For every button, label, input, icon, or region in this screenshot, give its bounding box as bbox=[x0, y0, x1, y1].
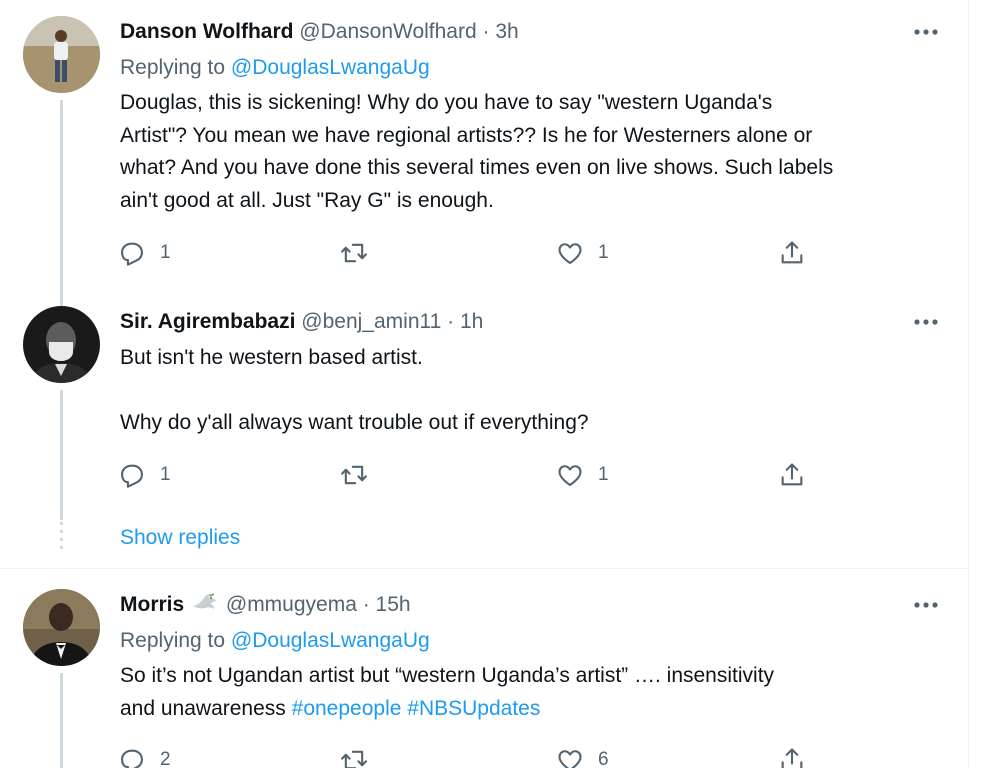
tweet-actions: 1 1 bbox=[118, 460, 838, 490]
retweet-icon bbox=[341, 750, 367, 768]
more-options-button[interactable] bbox=[906, 592, 946, 618]
tweet-text-line: ain't good at all. Just "Ray G" is enoug… bbox=[120, 188, 494, 212]
share-icon bbox=[781, 748, 803, 768]
avatar[interactable] bbox=[23, 16, 100, 93]
tweet-text-line: what? And you have done this several tim… bbox=[120, 156, 834, 179]
more-options-button[interactable] bbox=[906, 19, 946, 45]
tweet-danson[interactable]: Danson Wolfhard @DansonWolfhard · 3h Rep… bbox=[0, 0, 968, 300]
share-button[interactable] bbox=[778, 460, 806, 490]
retweet-icon bbox=[341, 243, 367, 263]
reply-button[interactable]: 2 bbox=[118, 745, 171, 768]
retweet-button[interactable] bbox=[340, 460, 368, 490]
hashtag-link[interactable]: #onepeople bbox=[292, 697, 402, 720]
retweet-icon bbox=[341, 465, 367, 485]
reply-button[interactable]: 1 bbox=[118, 460, 171, 490]
share-button[interactable] bbox=[778, 238, 806, 268]
reply-timeline: Danson Wolfhard @DansonWolfhard · 3h Rep… bbox=[0, 0, 969, 768]
retweet-button[interactable] bbox=[340, 745, 368, 768]
like-button[interactable]: 1 bbox=[556, 460, 609, 490]
tweet-actions: 1 1 bbox=[118, 238, 838, 268]
tweet-text-line: Douglas, this is sickening! Why do you h… bbox=[120, 91, 773, 114]
reply-count: 1 bbox=[160, 242, 171, 263]
tweet-text-line bbox=[120, 375, 950, 408]
tweet-actions: 2 6 bbox=[118, 745, 838, 768]
tweet-text: Douglas, this is sickening! Why do you h… bbox=[120, 87, 950, 217]
dove-emoji-icon bbox=[193, 593, 218, 609]
show-replies-link[interactable]: Show replies bbox=[120, 525, 240, 551]
replying-to: Replying to @DouglasLwangaUg bbox=[120, 55, 430, 81]
like-icon bbox=[558, 243, 582, 264]
display-name[interactable]: Morris bbox=[120, 593, 184, 616]
like-icon bbox=[558, 750, 582, 768]
reply-icon bbox=[121, 749, 143, 768]
retweet-button[interactable] bbox=[340, 238, 368, 268]
tweet-header: Danson Wolfhard @DansonWolfhard · 3h bbox=[120, 19, 519, 45]
share-icon bbox=[781, 241, 803, 264]
reply-count: 2 bbox=[160, 749, 171, 768]
mention-link[interactable]: @DouglasLwangaUg bbox=[231, 629, 430, 652]
more-options-button[interactable] bbox=[906, 309, 946, 335]
tweet-text-line: Artist"? You mean we have regional artis… bbox=[120, 123, 813, 147]
reply-icon bbox=[121, 242, 143, 266]
tweet-text-fragment: and unawareness bbox=[120, 696, 286, 720]
share-icon bbox=[781, 463, 803, 486]
like-icon bbox=[558, 465, 582, 486]
avatar[interactable] bbox=[23, 306, 100, 383]
like-count: 1 bbox=[598, 464, 609, 485]
more-icon bbox=[914, 602, 938, 608]
timestamp[interactable]: · 15h bbox=[363, 593, 411, 616]
thread-line bbox=[60, 390, 63, 520]
handle[interactable]: @DansonWolfhard bbox=[299, 20, 476, 43]
replying-to-label: Replying to bbox=[120, 629, 226, 652]
thread-line bbox=[60, 100, 63, 300]
like-button[interactable]: 1 bbox=[556, 238, 609, 268]
replying-to: Replying to @DouglasLwangaUg bbox=[120, 628, 430, 654]
timestamp[interactable]: · 1h bbox=[447, 310, 483, 333]
avatar[interactable] bbox=[23, 589, 100, 666]
tweet-text-line: But isn't he western based artist. bbox=[120, 346, 423, 369]
like-button[interactable]: 6 bbox=[556, 745, 609, 768]
tweet-text: So it’s not Ugandan artist but “western … bbox=[120, 660, 950, 725]
mention-link[interactable]: @DouglasLwangaUg bbox=[231, 56, 430, 79]
like-count: 1 bbox=[598, 242, 609, 263]
tweet-text-line: Why do y'all always want trouble out if … bbox=[120, 411, 589, 434]
tweet-text: But isn't he western based artist. Why d… bbox=[120, 342, 950, 440]
thread-line-dotted bbox=[60, 522, 63, 550]
hashtag-link[interactable]: #NBSUpdates bbox=[407, 697, 540, 720]
more-icon bbox=[914, 29, 938, 35]
like-count: 6 bbox=[598, 749, 609, 768]
tweet-text-line: So it’s not Ugandan artist but “western … bbox=[120, 664, 775, 687]
tweet-text-line: and unawareness #onepeople #NBSUpdates bbox=[120, 693, 950, 726]
more-icon bbox=[914, 319, 938, 325]
handle[interactable]: @benj_amin11 bbox=[301, 310, 441, 333]
timestamp[interactable]: · 3h bbox=[483, 20, 519, 43]
reply-button[interactable]: 1 bbox=[118, 238, 171, 268]
display-name[interactable]: Danson Wolfhard bbox=[120, 20, 293, 43]
reply-icon bbox=[121, 464, 143, 488]
tweet-morris[interactable]: Morris @mmugyema · 15h Replying to @Doug… bbox=[0, 569, 968, 768]
tweet-header: Sir. Agirembabazi @benj_amin11 · 1h bbox=[120, 309, 483, 335]
share-button[interactable] bbox=[778, 745, 806, 768]
reply-count: 1 bbox=[160, 464, 171, 485]
handle[interactable]: @mmugyema bbox=[226, 593, 357, 616]
thread-line bbox=[60, 673, 63, 768]
tweet-header: Morris @mmugyema · 15h bbox=[120, 592, 411, 618]
display-name[interactable]: Sir. Agirembabazi bbox=[120, 310, 295, 333]
replying-to-label: Replying to bbox=[120, 56, 226, 79]
